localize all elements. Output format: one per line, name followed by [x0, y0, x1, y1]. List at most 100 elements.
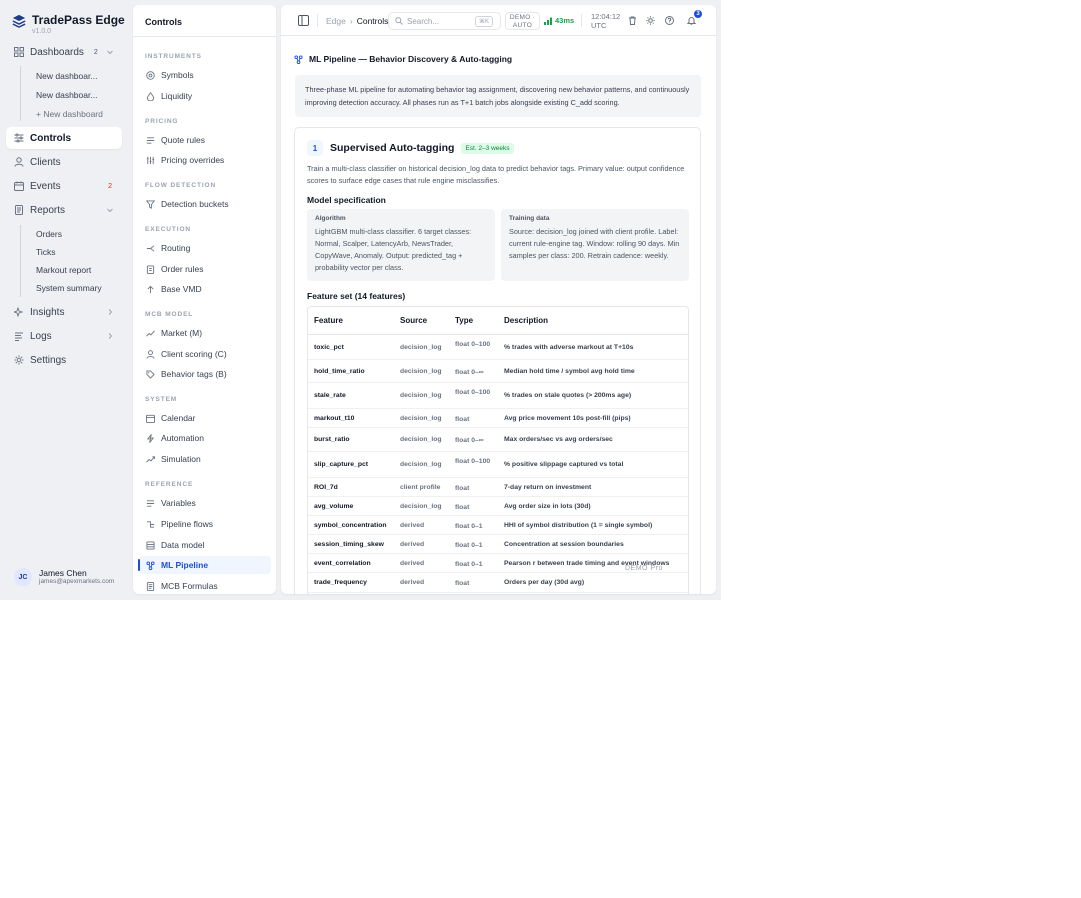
panel-item-label: Market (M): [161, 328, 203, 338]
panel-item-quote-rules[interactable]: Quote rules: [139, 131, 271, 149]
chevron-right-icon: [108, 333, 113, 339]
panel-item-symbols[interactable]: Symbols: [139, 66, 271, 84]
training-data-box: Training data Source: decision_log joine…: [501, 209, 689, 281]
chevron-down-icon: [107, 50, 113, 55]
description-cell: Median hold time / symbol avg hold time: [504, 368, 635, 375]
notification-badge: 3: [694, 10, 702, 18]
logo-icon: [12, 14, 26, 28]
nav-dashboards[interactable]: Dashboards 2: [6, 41, 122, 63]
mode-line-1: DEMO ·: [509, 14, 536, 21]
nav-logs[interactable]: Logs: [6, 325, 122, 347]
panel-item-order-rules[interactable]: Order rules: [139, 260, 271, 278]
source-cell: decision_log: [400, 436, 442, 443]
type-cell: float: [455, 485, 470, 492]
panel-item-detection-buckets[interactable]: Detection buckets: [139, 195, 271, 213]
panel-item-label: Calendar: [161, 413, 196, 423]
panel-item-calendar[interactable]: Calendar: [139, 409, 271, 427]
clock-time: 12:04:12: [591, 12, 621, 21]
dashboards-subtree: [20, 66, 21, 121]
panel-item-mcb-formulas[interactable]: MCB Formulas: [139, 577, 271, 594]
panel-item-behavior-tags[interactable]: Behavior tags (B): [139, 365, 271, 383]
report-item-markout[interactable]: Markout report: [36, 265, 91, 275]
brand[interactable]: TradePass Edge v1.0.0: [12, 13, 125, 36]
nav-settings[interactable]: Settings: [6, 349, 122, 371]
panel-item-label: ML Pipeline: [161, 560, 209, 570]
document-icon: [15, 205, 23, 215]
report-item-system-summary[interactable]: System summary: [36, 283, 102, 293]
source-cell: decision_log: [400, 415, 442, 422]
description-cell: Orders per day (30d avg): [504, 579, 585, 586]
type-cell: float 0–100: [455, 458, 491, 465]
panel-item-label: Routing: [161, 243, 191, 253]
flow-icon: [146, 520, 155, 528]
section-execution: EXECUTION: [145, 226, 192, 233]
nav-controls[interactable]: Controls: [6, 127, 122, 149]
report-item-ticks[interactable]: Ticks: [36, 247, 56, 257]
panel-item-market[interactable]: Market (M): [139, 324, 271, 342]
panel-item-liquidity[interactable]: Liquidity: [139, 87, 271, 105]
section-pricing: PRICING: [145, 118, 179, 125]
algorithm-box: Algorithm LightGBM multi-class classifie…: [307, 209, 495, 281]
document-icon: [146, 581, 155, 591]
panel-item-label: Base VMD: [161, 284, 202, 294]
breadcrumb-root[interactable]: Edge: [326, 16, 346, 26]
nav-insights[interactable]: Insights: [6, 301, 122, 323]
panel-item-simulation[interactable]: Simulation: [139, 450, 271, 468]
panel-item-routing[interactable]: Routing: [139, 239, 271, 257]
panel-item-pipeline-flows[interactable]: Pipeline flows: [139, 515, 271, 533]
section-flow-detection: FLOW DETECTION: [145, 182, 217, 189]
mode-line-2: AUTO: [512, 22, 533, 29]
help-icon[interactable]: [665, 16, 674, 25]
description-cell: 7-day return on investment: [504, 484, 592, 491]
panel-item-label: Variables: [161, 498, 196, 508]
panel-item-automation[interactable]: Automation: [139, 429, 271, 447]
description-cell: % trades on stale quotes (> 200ms age): [504, 392, 632, 399]
section-system: SYSTEM: [145, 396, 178, 403]
panel-item-data-model[interactable]: Data model: [139, 536, 271, 554]
table-row: symbol_concentration derived float 0–1 HHI …: [308, 516, 688, 535]
clipboard-icon: [146, 264, 155, 274]
sun-icon[interactable]: [646, 16, 655, 25]
source-cell: decision_log: [400, 503, 442, 510]
main-sidebar: TradePass Edge v1.0.0 Dashboards 2 New d…: [0, 0, 128, 600]
section-reference: REFERENCE: [145, 481, 194, 488]
trash-icon[interactable]: [628, 16, 637, 25]
mode-badge[interactable]: DEMO · AUTO: [505, 12, 540, 30]
nav-controls-label: Controls: [30, 132, 72, 144]
panel-item-label: Liquidity: [161, 91, 193, 101]
user-profile[interactable]: JC James Chen james@apexmarkets.com: [14, 568, 114, 586]
type-cell: float 0–∞: [455, 437, 484, 444]
route-icon: [146, 244, 155, 252]
grid-icon: [14, 47, 24, 57]
nav-dashboards-label: Dashboards: [30, 46, 84, 58]
type-cell: float 0–100: [455, 389, 491, 396]
nav-reports[interactable]: Reports: [6, 199, 122, 221]
panel-item-label: Quote rules: [161, 135, 205, 145]
sliders-icon: [14, 133, 24, 143]
report-item-orders[interactable]: Orders: [36, 229, 62, 239]
panel-item-ml-pipeline[interactable]: ML Pipeline: [138, 556, 271, 574]
panel-item-pricing-overrides[interactable]: Pricing overrides: [139, 151, 271, 169]
panel-item-label: Pipeline flows: [161, 519, 213, 529]
bell-icon[interactable]: [687, 16, 696, 25]
nav-clients[interactable]: Clients: [6, 151, 122, 173]
algorithm-label: Algorithm: [315, 215, 346, 222]
source-cell: derived: [400, 560, 425, 567]
panel-item-base-vmd[interactable]: Base VMD: [139, 280, 271, 298]
table-row: hold_time_ratio decision_log float 0–∞ Medi…: [308, 360, 688, 383]
dashboard-item[interactable]: New dashboar...: [36, 71, 97, 81]
clock-timezone: UTC: [591, 21, 607, 30]
dashboard-item[interactable]: New dashboar...: [36, 90, 97, 100]
panel-item-client-scoring[interactable]: Client scoring (C): [139, 345, 271, 363]
table-row: toxic_pct decision_log float 0–100 % trades…: [308, 335, 688, 360]
new-dashboard-link[interactable]: + New dashboard: [36, 109, 103, 119]
search-input[interactable]: Search... ⌘K: [388, 12, 501, 30]
latency-value: 43ms: [555, 16, 575, 25]
sidebar-toggle-icon[interactable]: [298, 15, 309, 26]
divider: [581, 14, 582, 27]
column-header: Description: [504, 316, 549, 325]
panel-item-label: Client scoring (C): [161, 349, 227, 359]
nav-events[interactable]: Events 2: [6, 175, 122, 197]
panel-item-label: Detection buckets: [161, 199, 229, 209]
panel-item-variables[interactable]: Variables: [139, 494, 271, 512]
